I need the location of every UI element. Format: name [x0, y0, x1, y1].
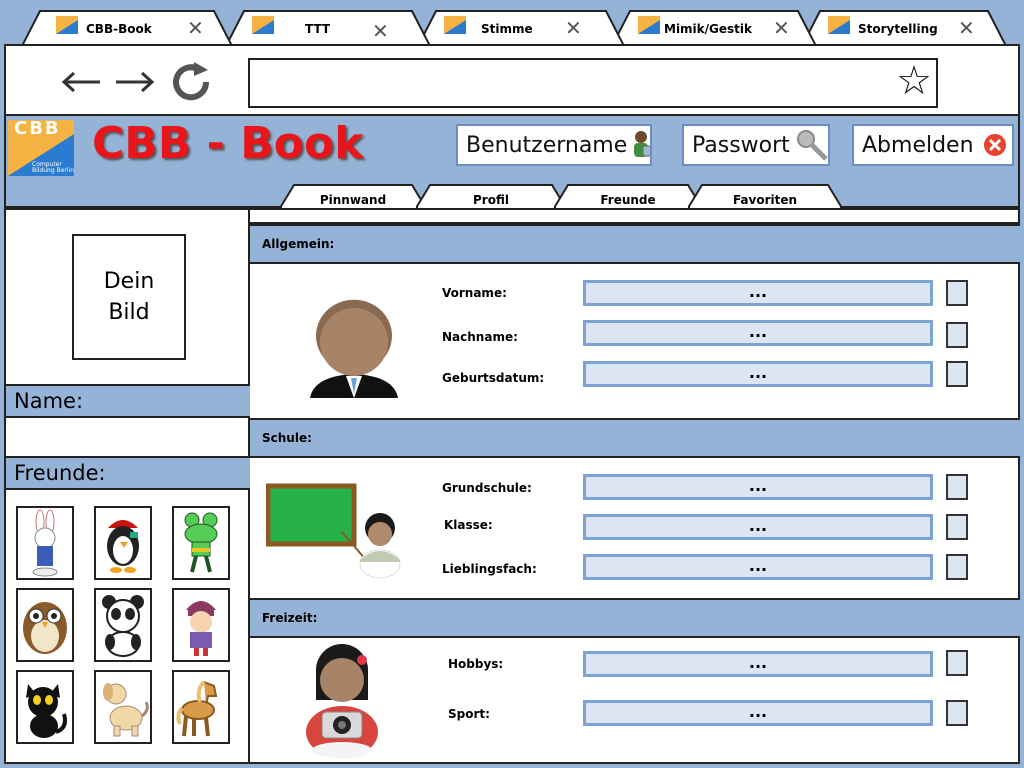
owl-icon: [23, 602, 67, 654]
password-label: Passwort: [692, 132, 790, 158]
friend-panda[interactable]: [94, 588, 152, 662]
section-header-allgemein: Allgemein:: [250, 224, 1020, 264]
field-label-grundschule: Grundschule:: [442, 481, 532, 495]
browser-tab-label: Mimik/Gestik: [664, 22, 752, 36]
close-tab-icon[interactable]: ✕: [958, 18, 975, 38]
sport-input[interactable]: ...: [583, 700, 933, 726]
picture-placeholder-text: Dein Bild: [104, 266, 155, 328]
logo-subtext: Computer Bildung Berlin: [32, 161, 74, 174]
tab-outline: [416, 184, 566, 208]
cbb-logo-icon: [444, 16, 466, 34]
close-circle-icon: [981, 132, 1008, 158]
friend-dog[interactable]: [94, 670, 152, 744]
friend-horse[interactable]: [172, 670, 230, 744]
picture-placeholder-line: Bild: [108, 300, 150, 325]
name-label: Name:: [6, 384, 250, 418]
profile-main: Allgemein: Vorname: ... Nachname: ... Ge…: [250, 208, 1020, 764]
klasse-input[interactable]: ...: [583, 514, 933, 540]
frog-icon: [184, 512, 218, 573]
sport-visibility-checkbox[interactable]: [946, 700, 968, 726]
key-icon: [796, 130, 828, 161]
friend-owl[interactable]: [16, 588, 74, 662]
reload-icon[interactable]: [170, 62, 216, 102]
friend-girl[interactable]: [172, 588, 230, 662]
friends-label: Freunde:: [6, 456, 250, 490]
logout-button[interactable]: Abmelden: [852, 124, 1014, 166]
tab-outline: [554, 184, 702, 208]
hobbys-visibility-checkbox[interactable]: [946, 650, 968, 676]
profile-picture-placeholder[interactable]: Dein Bild: [72, 234, 186, 360]
section-header-schule: Schule:: [250, 418, 1020, 458]
geburtsdatum-visibility-checkbox[interactable]: [946, 361, 968, 387]
browser-tab-label: Stimme: [481, 22, 533, 36]
site-header: CBB Computer Bildung Berlin CBB - Book B…: [4, 116, 1020, 208]
browser-tab-label: TTT: [305, 22, 331, 36]
teacher-chalkboard-icon: [266, 483, 401, 579]
grundschule-input[interactable]: ...: [583, 474, 933, 500]
field-label-vorname: Vorname:: [442, 286, 507, 300]
friend-rabbit[interactable]: [16, 506, 74, 580]
tab-outline: [688, 184, 842, 208]
friend-penguin[interactable]: [94, 506, 152, 580]
browser-tab-label: Storytelling: [858, 22, 938, 36]
klasse-visibility-checkbox[interactable]: [946, 514, 968, 540]
vorname-input[interactable]: ...: [583, 280, 933, 306]
girl-icon: [186, 601, 216, 656]
grundschule-visibility-checkbox[interactable]: [946, 474, 968, 500]
field-label-sport: Sport:: [448, 707, 490, 721]
picture-placeholder-line: Dein: [103, 269, 155, 294]
field-label-geburtsdatum: Geburtsdatum:: [442, 371, 545, 385]
field-label-lieblingsfach: Lieblingsfach:: [442, 562, 537, 576]
bookmark-star-icon[interactable]: ☆: [896, 58, 932, 104]
logout-label: Abmelden: [862, 132, 974, 158]
page-title: CBB - Book: [92, 118, 364, 169]
username-field[interactable]: Benutzername: [456, 124, 652, 166]
username-label: Benutzername: [466, 132, 628, 158]
logo-text: CBB: [14, 118, 61, 139]
cbb-logo-icon: [638, 16, 660, 34]
section-header-freizeit: Freizeit:: [250, 598, 1020, 638]
dog-icon: [103, 683, 149, 737]
geburtsdatum-input[interactable]: ...: [583, 361, 933, 387]
penguin-pirate-icon: [107, 520, 139, 573]
nachname-visibility-checkbox[interactable]: [946, 322, 968, 348]
profile-sidebar: Dein Bild Name: Freunde:: [4, 208, 250, 764]
password-field[interactable]: Passwort: [682, 124, 830, 166]
hobbys-input[interactable]: ...: [583, 651, 933, 677]
close-tab-icon[interactable]: ✕: [372, 21, 389, 41]
nachname-input[interactable]: ...: [583, 320, 933, 346]
cbb-logo-icon: [56, 16, 78, 34]
lieblingsfach-input[interactable]: ...: [583, 554, 933, 580]
top-strip: [250, 210, 1020, 224]
browser-tab-label: CBB-Book: [86, 22, 152, 36]
horse-icon: [176, 680, 218, 737]
close-tab-icon[interactable]: ✕: [565, 18, 582, 38]
cbb-logo-icon: [828, 16, 850, 34]
cat-icon: [26, 684, 67, 738]
tab-outline: [280, 184, 426, 208]
girl-camera-avatar-icon: [306, 644, 378, 758]
vorname-visibility-checkbox[interactable]: [946, 280, 968, 306]
back-arrow-icon[interactable]: [60, 70, 102, 94]
field-label-hobbys: Hobbys:: [448, 657, 504, 671]
forward-arrow-icon[interactable]: [114, 70, 156, 94]
panda-icon: [102, 595, 144, 657]
cbb-logo: CBB Computer Bildung Berlin: [8, 118, 74, 176]
url-bar[interactable]: ☆: [248, 58, 938, 108]
user-laptop-icon: [634, 131, 650, 157]
boy-avatar-icon: [310, 299, 398, 398]
field-label-klasse: Klasse:: [444, 518, 493, 532]
field-label-nachname: Nachname:: [442, 330, 518, 344]
lieblingsfach-visibility-checkbox[interactable]: [946, 554, 968, 580]
friend-cat[interactable]: [16, 670, 74, 744]
browser-nav-bar: ☆: [4, 44, 1020, 116]
friend-frog[interactable]: [172, 506, 230, 580]
rabbit-icon: [32, 509, 58, 577]
cbb-logo-icon: [252, 16, 274, 34]
close-tab-icon[interactable]: ✕: [187, 18, 204, 38]
close-tab-icon[interactable]: ✕: [773, 18, 790, 38]
name-value: [6, 418, 250, 458]
